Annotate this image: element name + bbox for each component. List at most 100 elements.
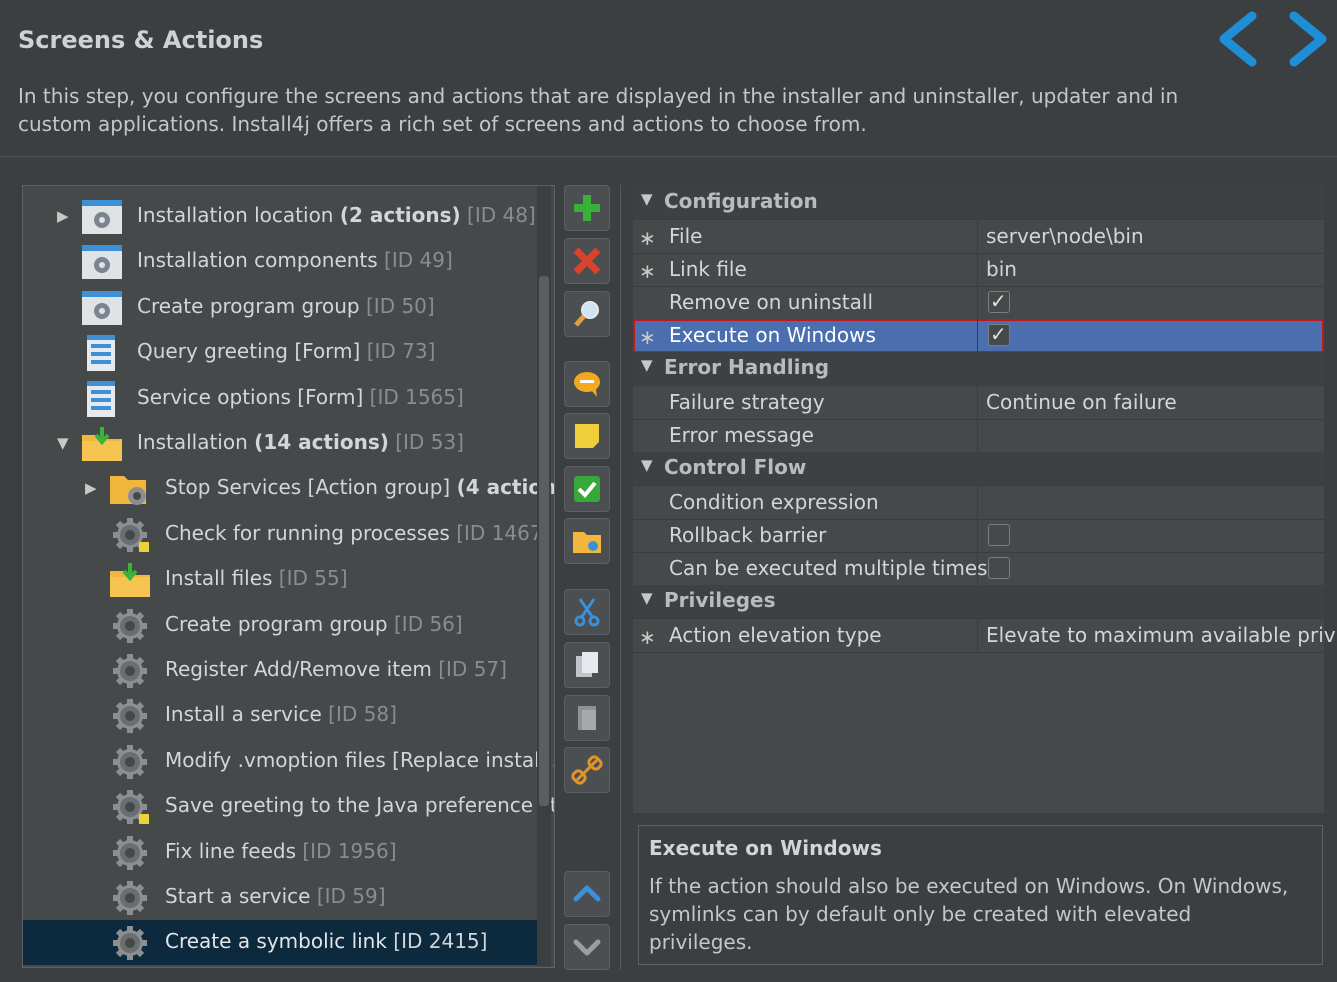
property-sheet[interactable]: ▼ Configuration ∗ File server\node\bin ∗ Link … (633, 186, 1337, 813)
tree-item[interactable]: Create program group [ID 56] (23, 603, 537, 648)
tree-item-label: Service options [Form] [ID 1565] (137, 384, 464, 409)
gear-icon (109, 652, 151, 690)
comment-button[interactable] (564, 361, 610, 407)
tree-item-label: Modify .vmoption files [Replace install.… (165, 747, 555, 772)
page-description: In this step, you configure the screens … (18, 84, 1179, 136)
tree-item[interactable]: Fix line feeds [ID 1956] (23, 830, 537, 875)
column-divider (977, 618, 978, 652)
collapse-icon[interactable]: ▼ (57, 434, 69, 452)
tree-item-label: Fix line feeds [ID 1956] (165, 838, 397, 863)
gear-icon (109, 607, 151, 645)
tree-item[interactable]: Save greeting to the Java preference st.… (23, 784, 554, 829)
tree-toolbar (562, 185, 612, 975)
property-checkbox[interactable]: ✓ (988, 322, 1010, 347)
section-configuration[interactable]: ▼ Configuration (633, 186, 1324, 220)
tree-item-label: Create a symbolic link [ID 2415] (165, 929, 488, 954)
property-row[interactable]: Rollback barrier (633, 518, 1324, 553)
action-group-icon (109, 470, 151, 508)
note-button[interactable] (564, 413, 610, 459)
copy-button[interactable] (564, 642, 610, 688)
property-checkbox[interactable]: ✓ (988, 289, 1010, 313)
tree-item[interactable]: Check for running processes [ID 1467] (23, 512, 550, 557)
property-name: Condition expression (669, 489, 879, 514)
move-up-button[interactable] (564, 871, 610, 917)
expand-icon[interactable]: ▶ (57, 207, 69, 225)
property-name: Failure strategy (669, 389, 825, 414)
check-button[interactable] (564, 466, 610, 512)
gear-icon (109, 834, 151, 872)
folder-button[interactable] (564, 518, 610, 564)
tree-item-label: Create program group [ID 56] (165, 611, 463, 636)
collapse-icon[interactable]: ▼ (641, 356, 653, 374)
property-row[interactable]: Can be executed multiple times (633, 552, 1324, 587)
property-name: Error message (669, 423, 814, 447)
tree-item[interactable]: ▼ Installation (14 actions) [ID 53] (23, 421, 537, 466)
collapse-icon[interactable]: ▼ (641, 456, 653, 474)
tree-item-label: Check for running processes [ID 1467] (165, 520, 551, 545)
tree-item[interactable]: Create program group [ID 50] (23, 285, 537, 330)
tree-item[interactable]: Install a service [ID 58] (23, 693, 537, 738)
required-icon: ∗ (639, 258, 656, 283)
back-arrow-icon[interactable] (1210, 10, 1270, 68)
delete-button[interactable] (564, 238, 610, 284)
property-row[interactable]: Condition expression (633, 485, 1324, 520)
page-title: Screens & Actions (18, 26, 264, 54)
property-value[interactable]: server\node\bin (986, 224, 1144, 248)
property-value[interactable]: Continue on failure (986, 390, 1177, 414)
tree-item[interactable]: Service options [Form] [ID 1565] (23, 376, 537, 421)
column-divider (977, 485, 978, 519)
action-tree[interactable]: ▶ Installation location (2 actions) [ID 4… (22, 185, 555, 968)
forward-arrow-icon[interactable] (1276, 10, 1336, 68)
section-privileges[interactable]: ▼ Privileges (633, 585, 1324, 620)
property-checkbox[interactable] (988, 523, 1010, 546)
section-control-flow[interactable]: ▼ Control Flow (633, 452, 1324, 487)
property-row[interactable]: ∗ Action elevation type Elevate to maximum… (633, 618, 1337, 653)
collapse-icon[interactable]: ▼ (641, 190, 653, 208)
paste-button[interactable] (564, 695, 610, 741)
screen-icon (81, 289, 123, 327)
property-row[interactable]: ∗ File server\node\bin (633, 219, 1324, 254)
section-label: Configuration (664, 189, 818, 213)
property-checkbox[interactable] (988, 557, 1010, 580)
tree-item-label: Create program group [ID 50] (137, 293, 435, 318)
tree-item[interactable]: Start a service [ID 59] (23, 875, 537, 920)
property-name: Can be executed multiple times (669, 556, 988, 581)
property-name: Rollback barrier (669, 522, 827, 547)
tree-item-label: Save greeting to the Java preference st.… (165, 793, 555, 818)
property-row[interactable]: ∗ Link file bin (633, 252, 1324, 287)
tree-item[interactable]: Install files [ID 55] (23, 557, 537, 602)
tree-item[interactable]: Installation components [ID 49] (23, 239, 537, 284)
screen-icon (81, 243, 123, 281)
tree-scrollbar[interactable] (537, 186, 551, 966)
tree-item[interactable]: Register Add/Remove item [ID 57] (23, 648, 537, 693)
scrollbar-thumb[interactable] (539, 276, 549, 806)
tree-item[interactable]: ▶ Stop Services [Action group] (4 action.… (23, 466, 554, 511)
tree-item[interactable]: Create a symbolic link [ID 2415] (23, 920, 537, 966)
tree-item-label: Query greeting [Form] [ID 73] (137, 339, 436, 364)
property-row[interactable]: Error message (633, 419, 1324, 453)
section-error-handling[interactable]: ▼ Error Handling (633, 352, 1324, 387)
search-button[interactable] (564, 291, 610, 337)
tree-item[interactable]: ▶ Installation location (2 actions) [ID 4… (23, 194, 537, 239)
property-name: Remove on uninstall (669, 289, 874, 314)
property-row[interactable]: ∗ Execute on Windows ✓ (633, 319, 1324, 354)
section-label: Privileges (664, 588, 776, 613)
install-folder-icon (81, 425, 123, 463)
property-value[interactable]: bin (986, 257, 1017, 281)
tree-item[interactable]: Modify .vmoption files [Replace install.… (23, 739, 554, 784)
column-divider (977, 252, 978, 286)
tree-item-label: Register Add/Remove item [ID 57] (165, 657, 507, 681)
property-row[interactable]: Remove on uninstall ✓ (633, 285, 1324, 320)
gear-note-icon (109, 788, 151, 826)
link-button[interactable] (564, 747, 610, 793)
expand-icon[interactable]: ▶ (85, 479, 97, 497)
tree-item[interactable]: Query greeting [Form] [ID 73] (23, 330, 537, 375)
add-button[interactable] (564, 185, 610, 231)
property-row[interactable]: Failure strategy Continue on failure (633, 385, 1324, 420)
cut-button[interactable] (564, 589, 610, 635)
tree-item-label: Installation components [ID 49] (137, 248, 453, 273)
collapse-icon[interactable]: ▼ (641, 589, 653, 607)
property-help-panel: Execute on Windows If the action should … (638, 825, 1323, 965)
property-value[interactable]: Elevate to maximum available privi... (986, 623, 1337, 647)
move-down-button[interactable] (564, 924, 610, 970)
